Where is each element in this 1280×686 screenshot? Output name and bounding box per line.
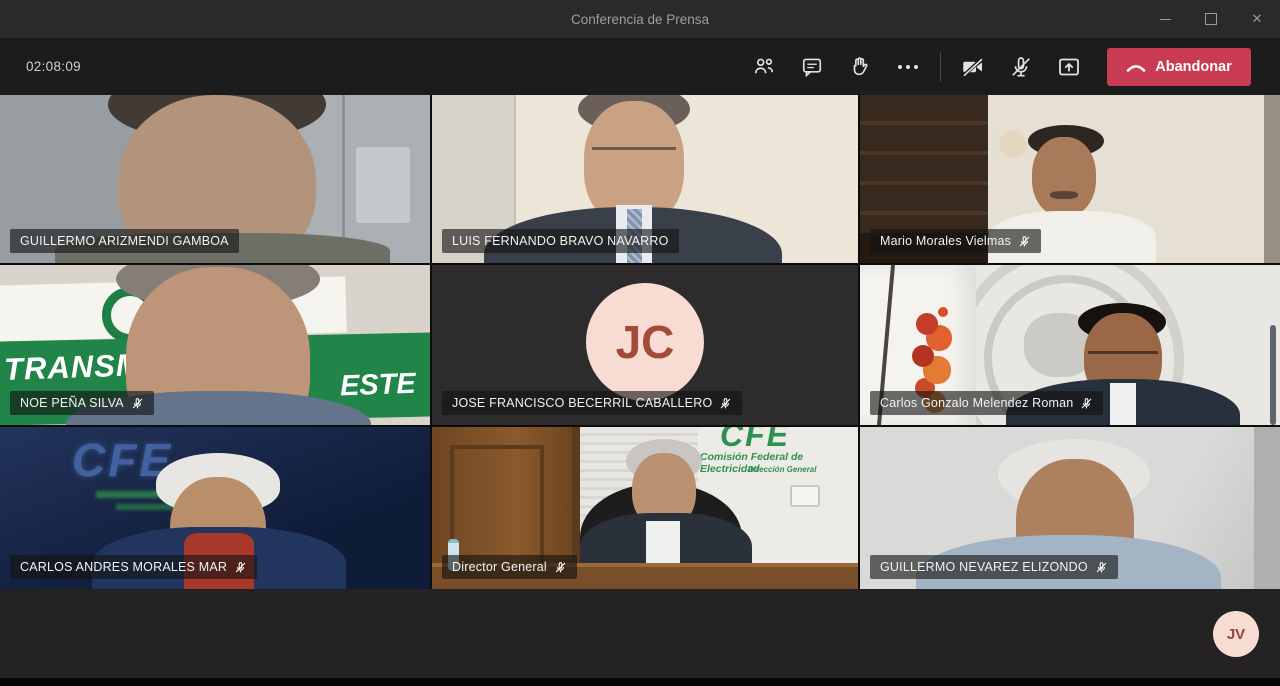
scene-door-panel (450, 445, 544, 573)
participant-name-tag: Director General (442, 555, 577, 579)
participants-button[interactable] (740, 38, 788, 95)
participant-name-tag: Mario Morales Vielmas (870, 229, 1041, 253)
participant-name-tag: JOSE FRANCISCO BECERRIL CABALLERO (442, 391, 742, 415)
person-mustache (1050, 191, 1078, 199)
leave-meeting-button[interactable]: Abandonar (1107, 48, 1251, 86)
participants-icon (753, 56, 775, 78)
participant-name-tag: GUILLERMO NEVAREZ ELIZONDO (870, 555, 1118, 579)
participant-name: GUILLERMO ARIZMENDI GAMBOA (20, 234, 229, 248)
participant-name-tag: CARLOS ANDRES MORALES MAR (10, 555, 257, 579)
scene-wall-shadow (1254, 427, 1280, 589)
scene-wall-panel (356, 147, 410, 223)
participant-name: Director General (452, 560, 547, 574)
scene-flag-logo (938, 307, 948, 317)
cfe-banner-word-right: ESTE (340, 368, 417, 404)
mic-muted-icon (1018, 235, 1031, 248)
self-view-avatar[interactable]: JV (1213, 611, 1259, 657)
video-tile-jose-becerril[interactable]: JC JOSE FRANCISCO BECERRIL CABALLERO (432, 265, 858, 425)
participant-name: Mario Morales Vielmas (880, 234, 1011, 248)
scene-thermostat (790, 485, 820, 507)
mic-muted-icon (131, 397, 144, 410)
meeting-toolbar: 02:08:09 (0, 38, 1280, 95)
leave-button-label: Abandonar (1155, 59, 1232, 75)
video-tile-guillermo-nevarez[interactable]: GUILLERMO NEVAREZ ELIZONDO (860, 427, 1280, 589)
mic-muted-icon (554, 561, 567, 574)
window-titlebar[interactable]: Conferencia de Prensa ✕ (0, 0, 1280, 38)
participant-name: LUIS FERNANDO BRAVO NAVARRO (452, 234, 669, 248)
window-title: Conferencia de Prensa (571, 12, 709, 27)
scene-door-frame (1264, 95, 1280, 263)
chat-button[interactable] (788, 38, 836, 95)
meeting-timer: 02:08:09 (26, 59, 81, 74)
video-tile-guillermo-arizmendi[interactable]: GUILLERMO ARIZMENDI GAMBOA (0, 95, 430, 263)
share-screen-icon (1057, 55, 1081, 79)
participant-name: GUILLERMO NEVAREZ ELIZONDO (880, 560, 1088, 574)
mic-muted-icon (1095, 561, 1108, 574)
participant-name-tag: Carlos Gonzalo Melendez Roman (870, 391, 1103, 415)
camera-off-button[interactable] (949, 38, 997, 95)
mic-muted-icon (1080, 397, 1093, 410)
chat-icon (801, 56, 823, 78)
microphone-off-button[interactable] (997, 38, 1045, 95)
toolbar-buttons: Abandonar (740, 38, 1251, 95)
close-icon: ✕ (1252, 11, 1263, 27)
scene-cfe-subtitle2: Dirección General (748, 465, 816, 474)
person-face (1032, 137, 1096, 217)
raise-hand-button[interactable] (836, 38, 884, 95)
participant-name-tag: NOE PEÑA SILVA (10, 391, 154, 415)
person-shirt (1110, 383, 1136, 425)
video-tile-noe-pena[interactable]: Comisión Fe TRANSMIS ESTE NOE PEÑA SILVA (0, 265, 430, 425)
microphone-off-icon (1009, 55, 1033, 79)
participant-name: JOSE FRANCISCO BECERRIL CABALLERO (452, 396, 712, 410)
participant-name: NOE PEÑA SILVA (20, 396, 124, 410)
video-tile-director-general[interactable]: CFE Comisión Federal de Electricidad Dir… (432, 427, 858, 589)
bottom-black-bar (0, 678, 1280, 686)
more-options-icon (898, 65, 918, 69)
hang-up-icon (1126, 61, 1146, 73)
video-tile-mario-morales[interactable]: Mario Morales Vielmas (860, 95, 1280, 263)
scene-cfe-logo-text: CFE (720, 427, 790, 454)
window-controls: ✕ (1142, 0, 1280, 38)
scene-right-pole (1270, 325, 1276, 425)
toolbar-divider (940, 52, 941, 82)
video-grid: GUILLERMO ARIZMENDI GAMBOA LUIS FERNANDO… (0, 95, 1280, 589)
more-options-button[interactable] (884, 38, 932, 95)
video-tile-carlos-melendez[interactable]: Carlos Gonzalo Melendez Roman (860, 265, 1280, 425)
close-button[interactable]: ✕ (1234, 0, 1280, 38)
participant-name: Carlos Gonzalo Melendez Roman (880, 396, 1073, 410)
maximize-button[interactable] (1188, 0, 1234, 38)
video-tile-carlos-morales[interactable]: CFE CARLOS ANDRES MORALES MAR (0, 427, 430, 589)
participant-name: CARLOS ANDRES MORALES MAR (20, 560, 227, 574)
participant-name-tag: LUIS FERNANDO BRAVO NAVARRO (442, 229, 679, 253)
mic-muted-icon (234, 561, 247, 574)
minimize-icon (1160, 19, 1171, 20)
video-tile-luis-bravo[interactable]: LUIS FERNANDO BRAVO NAVARRO (432, 95, 858, 263)
raise-hand-icon (849, 56, 871, 78)
minimize-button[interactable] (1142, 0, 1188, 38)
share-screen-button[interactable] (1045, 38, 1093, 95)
bottom-strip (0, 589, 1280, 678)
scene-lamp (1000, 131, 1026, 157)
mic-muted-icon (719, 397, 732, 410)
camera-off-icon (961, 55, 985, 79)
participant-initials-avatar: JC (586, 283, 704, 401)
person-glasses (1088, 351, 1158, 362)
person-glasses (592, 147, 676, 158)
participant-name-tag: GUILLERMO ARIZMENDI GAMBOA (10, 229, 239, 253)
maximize-icon (1205, 13, 1217, 25)
